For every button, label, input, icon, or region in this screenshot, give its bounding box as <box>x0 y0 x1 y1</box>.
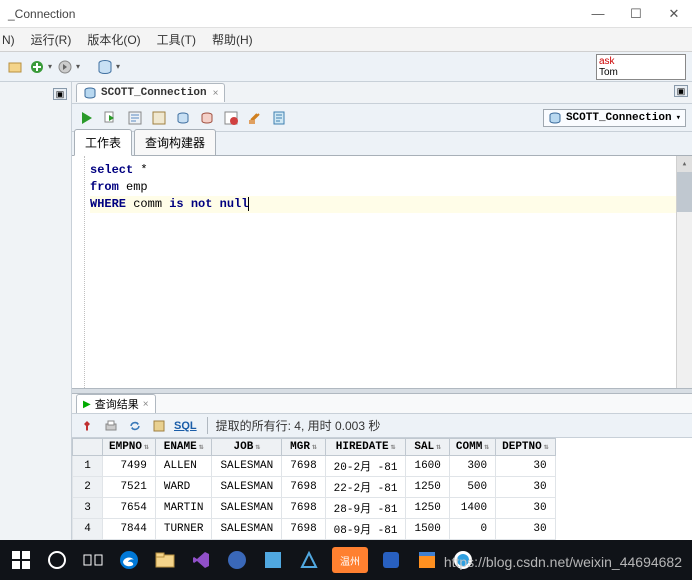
history-icon[interactable] <box>270 109 288 127</box>
app-icon-4[interactable]: 温州 <box>332 547 368 573</box>
explorer-icon[interactable] <box>152 547 178 573</box>
dropdown-icon[interactable]: ▾ <box>76 62 80 71</box>
menu-run[interactable]: 运行(R) <box>31 31 72 48</box>
col-mgr[interactable]: MGR⇅ <box>282 439 325 456</box>
worksheet-subtabs: 工作表 查询构建器 <box>72 132 692 156</box>
main-toolbar: ▾ ▾ ▾ ask Tom <box>0 52 692 82</box>
tab-worksheet[interactable]: 工作表 <box>74 129 132 156</box>
commit-icon[interactable] <box>174 109 192 127</box>
autotrace-icon[interactable] <box>150 109 168 127</box>
db-icon[interactable] <box>96 58 114 76</box>
tab-query-builder[interactable]: 查询构建器 <box>134 129 216 156</box>
dropdown-icon[interactable]: ▾ <box>48 62 52 71</box>
table-row[interactable]: 37654MARTINSALESMAN769828-9月 -8112501400… <box>73 498 556 519</box>
kw-select: select <box>90 163 133 177</box>
app-icon-2[interactable] <box>260 547 286 573</box>
col-ename[interactable]: ENAME⇅ <box>155 439 212 456</box>
scroll-up-icon[interactable]: ▴ <box>677 156 692 172</box>
kw-where: WHERE <box>90 197 126 211</box>
text-cursor <box>248 197 249 211</box>
ask-tom-box[interactable]: ask Tom <box>596 54 686 80</box>
ask-label: ask <box>599 56 683 67</box>
collapse-right-icon[interactable]: ▣ <box>674 85 688 97</box>
connection-name: SCOTT_Connection <box>566 112 672 124</box>
editor-tabs: SCOTT_Connection × ▣ <box>72 82 692 104</box>
nav-icon[interactable] <box>56 58 74 76</box>
col-hiredate[interactable]: HIREDATE⇅ <box>325 439 406 456</box>
app-icon-3[interactable] <box>296 547 322 573</box>
sql-toolbar: SCOTT_Connection ▾ <box>72 104 692 132</box>
clear-icon[interactable] <box>246 109 264 127</box>
left-panel: ▣ <box>0 82 72 540</box>
window-title: _Connection <box>8 7 75 21</box>
app-icon-1[interactable] <box>224 547 250 573</box>
worksheet-icon <box>83 86 97 100</box>
table-row[interactable]: 47844TURNERSALESMAN769808-9月 -811500030 <box>73 519 556 540</box>
tab-close-icon[interactable]: × <box>143 399 149 410</box>
tab-query-result[interactable]: ▶ 查询结果 × <box>76 394 156 413</box>
menubar: N) 运行(R) 版本化(O) 工具(T) 帮助(H) <box>0 28 692 52</box>
table-row[interactable]: 17499ALLENSALESMAN769820-2月 -81160030030 <box>73 456 556 477</box>
run-statement-icon[interactable] <box>78 109 96 127</box>
table-row[interactable]: 27521WARDSALESMAN769822-2月 -81125050030 <box>73 477 556 498</box>
col-sal[interactable]: SAL⇅ <box>406 439 449 456</box>
editor-scrollbar[interactable]: ▴ <box>676 156 692 388</box>
tom-label: Tom <box>599 67 683 78</box>
tab-scott-connection[interactable]: SCOTT_Connection × <box>76 83 225 102</box>
sql-link[interactable]: SQL <box>174 420 197 432</box>
connection-selector[interactable]: SCOTT_Connection ▾ <box>543 109 686 127</box>
results-tab-label: 查询结果 <box>95 396 139 412</box>
tab-label: SCOTT_Connection <box>101 87 207 99</box>
run-result-icon: ▶ <box>83 399 91 410</box>
dropdown-icon[interactable]: ▾ <box>116 62 120 71</box>
row-header <box>73 439 103 456</box>
export-icon[interactable] <box>150 417 168 435</box>
kw-isnotnull: is not null <box>169 197 248 211</box>
results-status: 提取的所有行: 4, 用时 0.003 秒 <box>207 417 381 434</box>
window-titlebar: _Connection — ☐ ✕ <box>0 0 692 28</box>
app-icon-6[interactable] <box>414 547 440 573</box>
open-icon[interactable] <box>6 58 24 76</box>
explain-plan-icon[interactable] <box>126 109 144 127</box>
results-grid[interactable]: EMPNO⇅ENAME⇅JOB⇅MGR⇅HIREDATE⇅SAL⇅COMM⇅DE… <box>72 438 692 540</box>
dropdown-icon: ▾ <box>676 113 681 123</box>
vs-icon[interactable] <box>188 547 214 573</box>
app-icon-5[interactable] <box>378 547 404 573</box>
kw-from: from <box>90 180 119 194</box>
rollback-icon[interactable] <box>198 109 216 127</box>
cortana-icon[interactable] <box>44 547 70 573</box>
pin-icon[interactable] <box>78 417 96 435</box>
col-deptno[interactable]: DEPTNO⇅ <box>496 439 555 456</box>
sql-editor[interactable]: select * from emp WHERE comm is not null… <box>72 156 692 388</box>
results-toolbar: SQL 提取的所有行: 4, 用时 0.003 秒 <box>72 414 692 438</box>
minimize-button[interactable]: — <box>588 4 608 24</box>
tab-close-icon[interactable]: × <box>213 88 219 99</box>
run-script-icon[interactable] <box>102 109 120 127</box>
watermark: https://blog.csdn.net/weixin_44694682 <box>444 554 682 570</box>
print-icon[interactable] <box>102 417 120 435</box>
task-view-icon[interactable] <box>80 547 106 573</box>
start-button[interactable] <box>8 547 34 573</box>
scroll-thumb[interactable] <box>677 172 692 212</box>
col-job[interactable]: JOB⇅ <box>212 439 282 456</box>
menu-tools[interactable]: 工具(T) <box>157 31 196 48</box>
refresh-icon[interactable] <box>126 417 144 435</box>
menu-n[interactable]: N) <box>2 33 15 47</box>
close-button[interactable]: ✕ <box>664 4 684 24</box>
collapse-left-icon[interactable]: ▣ <box>53 88 67 100</box>
menu-help[interactable]: 帮助(H) <box>212 31 253 48</box>
new-icon[interactable] <box>28 58 46 76</box>
maximize-button[interactable]: ☐ <box>626 4 646 24</box>
unshared-icon[interactable] <box>222 109 240 127</box>
col-empno[interactable]: EMPNO⇅ <box>103 439 156 456</box>
edge-icon[interactable] <box>116 547 142 573</box>
menu-version[interactable]: 版本化(O) <box>87 31 140 48</box>
col-comm[interactable]: COMM⇅ <box>449 439 495 456</box>
results-panel: ▶ 查询结果 × SQL 提取的所有行: 4, 用时 0.003 秒 EMPNO… <box>72 394 692 540</box>
db-icon <box>548 111 562 125</box>
